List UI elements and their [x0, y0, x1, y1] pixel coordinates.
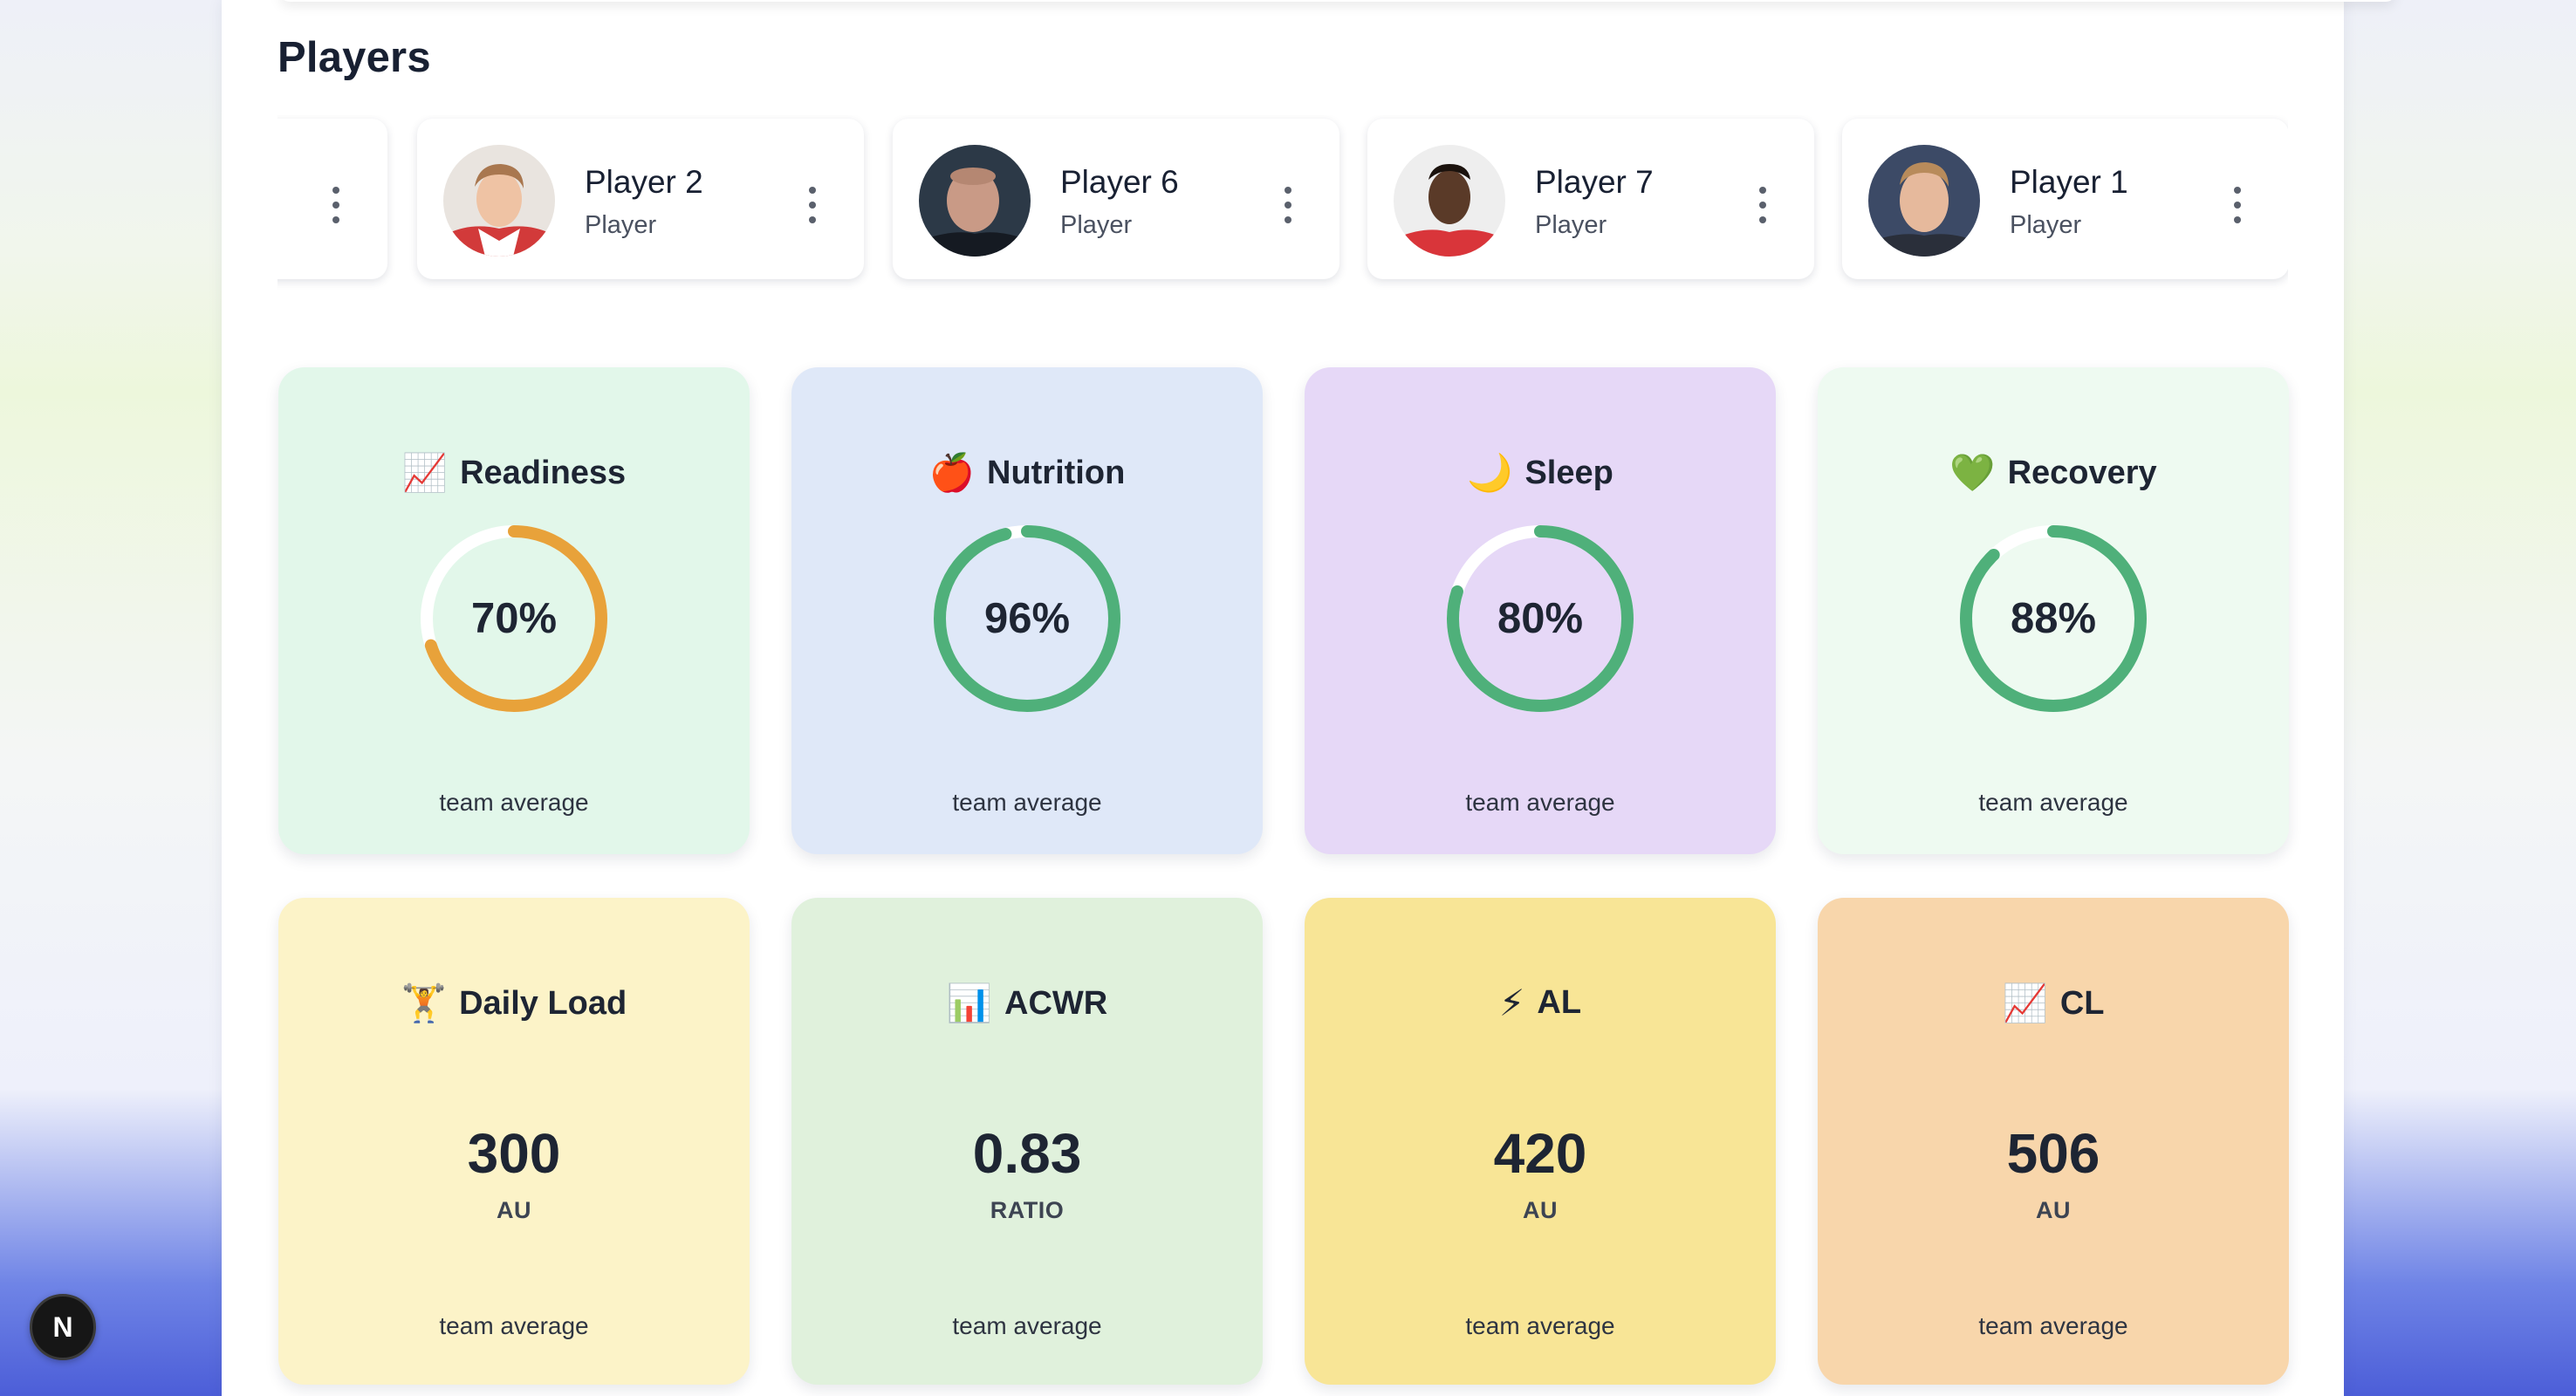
player-card[interactable]: Player 7 Player — [1367, 119, 1814, 279]
metric-unit: AU — [1523, 1197, 1558, 1223]
metric-value: 300 — [467, 1122, 561, 1185]
player-card[interactable]: Player 1 Player — [1842, 119, 2288, 279]
player-name: Player 1 — [2010, 164, 2128, 200]
card-title: ACWR — [1004, 984, 1108, 1022]
player-card[interactable] — [277, 119, 387, 279]
recovery-card[interactable]: 💚 Recovery 88% team average — [1818, 367, 2289, 854]
player-name: Player 2 — [585, 164, 703, 200]
dev-tools-button[interactable]: N — [30, 1294, 96, 1360]
metric-unit: AU — [2036, 1197, 2071, 1223]
more-options-icon[interactable] — [1282, 187, 1294, 223]
ring-value: 96% — [983, 595, 1071, 642]
sleep-card[interactable]: 🌙 Sleep 80% team average — [1305, 367, 1776, 854]
card-caption: team average — [1465, 789, 1615, 816]
player-name: Player 6 — [1060, 164, 1179, 200]
dashboard-page: Players Player 2 Player Player 6 Player … — [222, 0, 2396, 1396]
card-title: CL — [2059, 984, 2105, 1022]
more-options-icon[interactable] — [1757, 187, 1769, 223]
more-options-icon[interactable] — [806, 187, 819, 223]
player-card[interactable]: Player 6 Player — [893, 119, 1339, 279]
more-options-icon[interactable] — [330, 187, 342, 223]
player-card[interactable]: Player 2 Player — [417, 119, 864, 279]
player-role: Player — [1060, 211, 1133, 239]
metric-unit: RATIO — [990, 1197, 1065, 1223]
card-title: Daily Load — [459, 984, 627, 1022]
metric-value: 0.83 — [972, 1122, 1082, 1185]
ring-value: 88% — [2010, 595, 2097, 642]
players-carousel[interactable]: Player 2 Player Player 6 Player Player 7… — [277, 115, 2288, 290]
dev-tools-label: N — [52, 1310, 73, 1343]
player-role: Player — [585, 211, 657, 239]
apple-icon: 🍎 — [928, 451, 975, 494]
lightning-icon: ⚡ — [1498, 982, 1525, 1024]
avatar — [1868, 145, 1980, 257]
al-card[interactable]: ⚡ AL 420 AU team average — [1305, 898, 1776, 1385]
card-caption: team average — [952, 1312, 1102, 1339]
card-title: Recovery — [2007, 454, 2157, 491]
avatar — [1394, 145, 1505, 257]
card-title: Readiness — [460, 454, 627, 491]
card-caption: team average — [439, 1312, 589, 1339]
card-title: Sleep — [1524, 454, 1613, 491]
card-caption: team average — [1978, 789, 2128, 816]
player-name: Player 7 — [1535, 164, 1654, 200]
card-caption: team average — [952, 789, 1102, 816]
daily-load-card[interactable]: 🏋 Daily Load 300 AU team average — [278, 898, 750, 1385]
readiness-card[interactable]: 📈 Readiness 70% team average — [278, 367, 750, 854]
metric-value: 420 — [1493, 1122, 1587, 1185]
card-title: AL — [1537, 984, 1582, 1021]
card-title: Nutrition — [987, 454, 1126, 491]
crescent-moon-icon: 🌙 — [1467, 451, 1513, 494]
cl-card[interactable]: 📈 CL 506 AU team average — [1818, 898, 2289, 1385]
green-heart-icon: 💚 — [1949, 451, 1996, 494]
weightlifter-icon: 🏋 — [401, 982, 448, 1024]
more-options-icon[interactable] — [2231, 187, 2244, 223]
card-caption: team average — [1465, 1312, 1615, 1339]
ring-value: 70% — [470, 595, 558, 642]
ring-value: 80% — [1497, 595, 1584, 642]
chart-increasing-icon: 📈 — [2002, 982, 2048, 1024]
metric-unit: AU — [497, 1197, 531, 1223]
avatar — [443, 145, 555, 257]
chart-increasing-icon: 📈 — [401, 451, 449, 494]
nutrition-card[interactable]: 🍎 Nutrition 96% team average — [791, 367, 1263, 854]
avatar — [919, 145, 1031, 257]
player-role: Player — [2010, 211, 2082, 239]
acwr-card[interactable]: 📊 ACWR 0.83 RATIO team average — [791, 898, 1263, 1385]
player-role: Player — [1535, 211, 1607, 239]
metric-value: 506 — [2006, 1122, 2100, 1185]
bar-chart-icon: 📊 — [946, 982, 993, 1024]
section-title: Players — [277, 34, 431, 81]
card-caption: team average — [439, 789, 589, 816]
card-caption: team average — [1978, 1312, 2128, 1339]
header-bar — [279, 0, 2396, 2]
